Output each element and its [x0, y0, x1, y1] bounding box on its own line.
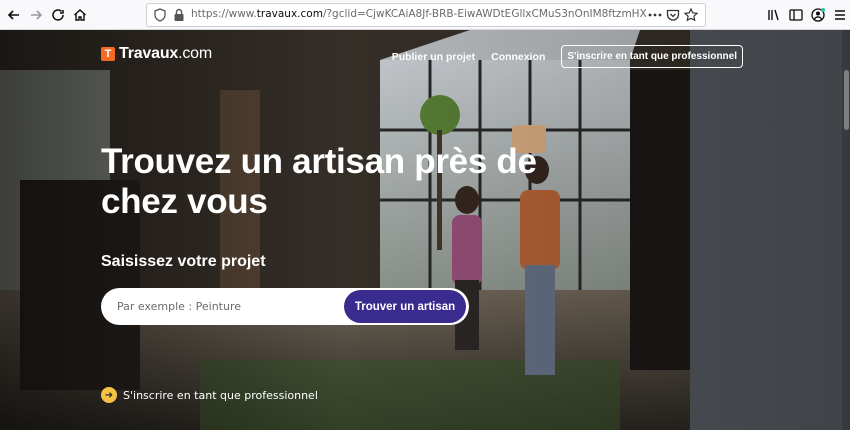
hero-headline: Trouvez un artisan près de chez vous — [101, 142, 537, 221]
reload-icon[interactable] — [48, 5, 68, 25]
menu-icon[interactable] — [830, 5, 850, 25]
site-logo[interactable]: T Travaux.com — [101, 45, 212, 63]
project-search-input[interactable] — [117, 298, 337, 315]
back-icon[interactable] — [4, 5, 24, 25]
hero-section: T Travaux.com Publier un projet Connexio… — [0, 30, 850, 430]
lock-icon[interactable] — [171, 7, 187, 23]
pro-signup-link-label: S'inscrire en tant que professionnel — [123, 388, 318, 402]
top-nav: Publier un projet Connexion S'inscrire e… — [392, 45, 743, 68]
page-scrollbar[interactable] — [842, 30, 850, 430]
forward-icon[interactable] — [26, 5, 46, 25]
logo-wordmark: Travaux.com — [119, 45, 212, 62]
find-artisan-button[interactable]: Trouver un artisan — [344, 290, 466, 323]
project-prompt-label: Saisissez votre projet — [101, 253, 266, 270]
browser-toolbar: https://www.travaux.com/?gclid=CjwKCAiA8… — [0, 0, 850, 30]
url-bar[interactable]: https://www.travaux.com/?gclid=CjwKCAiA8… — [146, 3, 706, 27]
project-search-box: Trouver un artisan — [101, 288, 469, 325]
arrow-right-icon: ➜ — [101, 387, 117, 403]
account-icon[interactable] — [808, 5, 828, 25]
login-link[interactable]: Connexion — [491, 51, 545, 63]
bookmark-star-icon[interactable] — [683, 7, 699, 23]
publish-project-link[interactable]: Publier un projet — [392, 51, 475, 63]
library-icon[interactable] — [764, 5, 784, 25]
scrollbar-thumb[interactable] — [844, 70, 849, 130]
sidebar-icon[interactable] — [786, 5, 806, 25]
hero-background-image — [0, 30, 850, 430]
pro-signup-link[interactable]: ➜ S'inscrire en tant que professionnel — [101, 387, 318, 403]
more-actions-icon[interactable] — [647, 7, 663, 23]
url-text[interactable]: https://www.travaux.com/?gclid=CjwKCAiA8… — [191, 8, 646, 20]
shield-icon[interactable] — [152, 7, 168, 23]
logo-mark-icon: T — [101, 47, 115, 61]
home-icon[interactable] — [70, 5, 90, 25]
pocket-icon[interactable] — [665, 7, 681, 23]
pro-signup-button[interactable]: S'inscrire en tant que professionnel — [561, 45, 743, 68]
